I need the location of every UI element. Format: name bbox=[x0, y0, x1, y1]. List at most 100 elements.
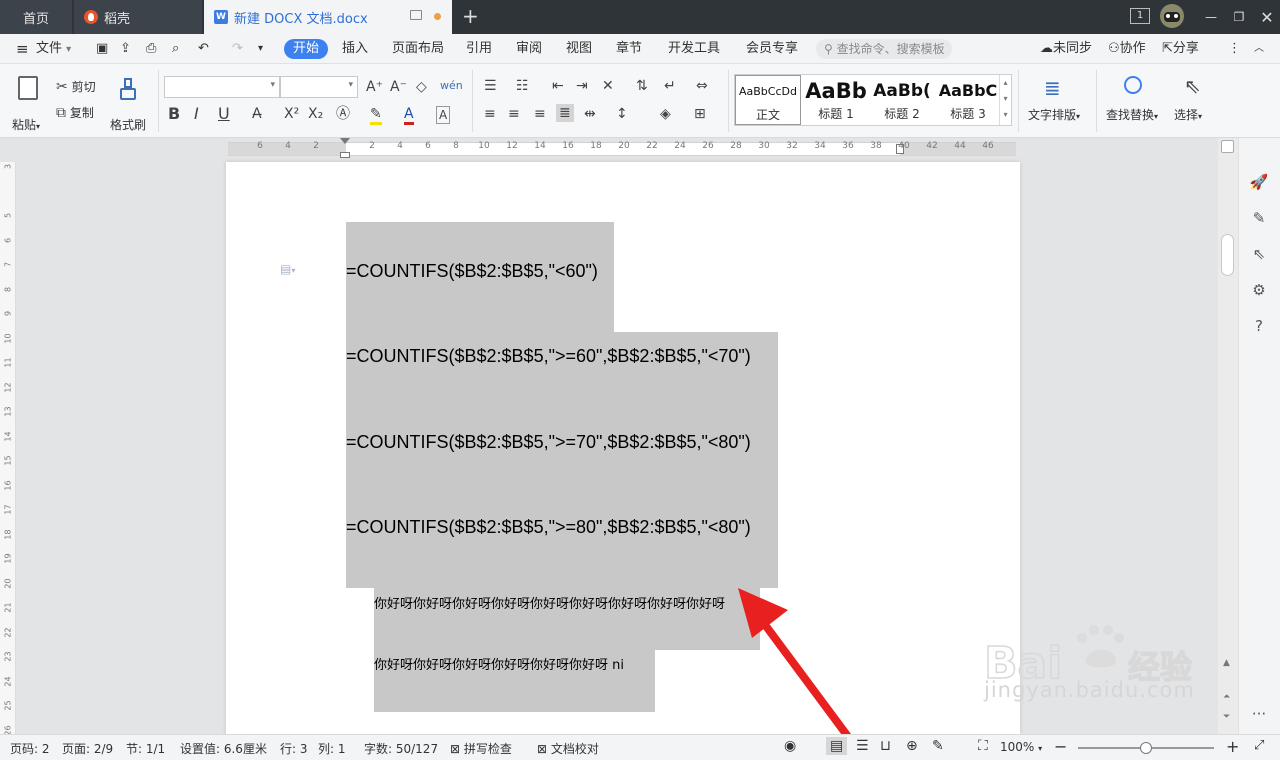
more-options-icon[interactable]: ··· bbox=[1249, 704, 1269, 724]
shading-icon[interactable]: ◈ bbox=[660, 106, 671, 122]
eye-protection-icon[interactable]: ◉ bbox=[784, 738, 796, 754]
rocket-icon[interactable]: 🚀 bbox=[1249, 172, 1269, 192]
clear-format-icon[interactable]: ◇ bbox=[416, 79, 427, 95]
bold-button[interactable]: B bbox=[168, 106, 180, 122]
select-button[interactable]: ⇖ 选择▾ bbox=[1174, 74, 1214, 132]
numbered-list-icon[interactable]: ☷ bbox=[516, 78, 529, 94]
formula-line-4[interactable]: =COUNTIFS($B$2:$B$5,">=80",$B$2:$B$5,"<8… bbox=[346, 517, 751, 538]
collapse-ribbon-icon[interactable]: ︿ bbox=[1254, 40, 1264, 58]
fit-page-icon[interactable]: ⛶ bbox=[978, 738, 988, 754]
formula-line-1[interactable]: =COUNTIFS($B$2:$B$5,"<60") bbox=[346, 261, 598, 282]
italic-button[interactable]: I bbox=[194, 106, 199, 122]
increase-indent-icon[interactable]: ⇥ bbox=[576, 78, 588, 94]
fullscreen-icon[interactable]: ⤢ bbox=[1254, 738, 1264, 753]
style-normal[interactable]: AaBbCcDd 正文 bbox=[735, 75, 801, 125]
chinese-text-line-1[interactable]: 你好呀你好呀你好呀你好呀你好呀你好呀你好呀你好呀你好呀 bbox=[374, 593, 750, 612]
menu-review[interactable]: 审阅 bbox=[516, 40, 542, 58]
zoom-in-button[interactable]: + bbox=[1226, 737, 1239, 756]
line-break-icon[interactable]: ↵ bbox=[664, 78, 676, 94]
help-icon[interactable]: ? bbox=[1249, 316, 1269, 336]
export-icon[interactable]: ⇪ bbox=[120, 40, 131, 58]
font-family-select[interactable] bbox=[164, 76, 280, 98]
tab-home[interactable]: 首页 bbox=[0, 0, 72, 34]
text-direction-icon[interactable]: ✕ bbox=[602, 78, 614, 94]
zoom-select[interactable]: 100% ▾ bbox=[1000, 740, 1042, 754]
grow-font-icon[interactable]: A⁺ bbox=[366, 79, 383, 95]
status-row[interactable]: 行: 3 bbox=[280, 740, 308, 757]
style-heading-3[interactable]: AaBbC 标题 3 bbox=[935, 75, 1001, 125]
spell-check-button[interactable]: ⊠ 拼写检查 bbox=[450, 740, 512, 757]
menu-file[interactable]: 文件 ▾ bbox=[36, 40, 71, 59]
status-word-count[interactable]: 字数: 50/127 bbox=[364, 740, 438, 757]
new-tab-button[interactable]: + bbox=[462, 5, 479, 27]
indent-marker-icon[interactable] bbox=[340, 138, 350, 160]
menu-developer[interactable]: 开发工具 bbox=[668, 40, 720, 58]
vertical-scrollbar[interactable]: ▲ ⏶ ⏷ bbox=[1218, 138, 1238, 734]
align-left-icon[interactable]: ≡ bbox=[484, 106, 496, 122]
collab-button[interactable]: ⚇协作 bbox=[1108, 40, 1146, 58]
more-menu-icon[interactable]: ⋮ bbox=[1228, 40, 1241, 58]
status-column[interactable]: 列: 1 bbox=[318, 740, 346, 757]
align-center-icon[interactable]: ≡ bbox=[508, 106, 520, 122]
format-painter-button[interactable]: 格式刷 bbox=[108, 74, 152, 132]
phonetic-guide-icon[interactable]: wén bbox=[440, 78, 463, 94]
restore-icon[interactable]: ❐ bbox=[1224, 0, 1254, 34]
save-icon[interactable]: ▣ bbox=[96, 40, 108, 58]
prev-page-icon[interactable]: ⏶ bbox=[1223, 692, 1230, 702]
style-gallery-scroll[interactable]: ▴ ▾ ▾ bbox=[999, 75, 1011, 125]
avatar[interactable] bbox=[1160, 4, 1184, 28]
print-preview-icon[interactable]: ⌕ bbox=[172, 40, 179, 58]
writing-mode-icon[interactable]: ✎ bbox=[932, 738, 944, 754]
strikethrough-icon[interactable]: A̶ bbox=[252, 106, 262, 122]
tab-document[interactable]: W 新建 DOCX 文档.docx bbox=[204, 0, 452, 34]
align-right-icon[interactable]: ≡ bbox=[534, 106, 546, 122]
sync-button[interactable]: ☁未同步 bbox=[1040, 40, 1092, 58]
tab-daoke[interactable]: 稻壳 bbox=[74, 0, 202, 34]
distributed-icon[interactable]: ⇹ bbox=[584, 106, 596, 122]
status-setting-value[interactable]: 设置值: 6.6厘米 bbox=[180, 740, 267, 757]
status-section[interactable]: 节: 1/1 bbox=[126, 740, 165, 757]
quick-access-more-icon[interactable]: ▾ bbox=[258, 40, 263, 58]
copy-button[interactable]: ⧉ 复制 bbox=[56, 104, 94, 121]
zoom-slider-knob[interactable] bbox=[1140, 742, 1152, 754]
scroll-up-icon[interactable]: ▲ bbox=[1223, 658, 1230, 668]
hamburger-icon[interactable]: ≡ bbox=[16, 40, 29, 58]
next-page-icon[interactable]: ⏷ bbox=[1223, 712, 1230, 722]
line-spacing-icon[interactable]: ↕ bbox=[616, 106, 628, 122]
highlight-icon[interactable]: ✎ bbox=[370, 106, 382, 125]
justify-icon[interactable]: ≣ bbox=[556, 104, 574, 122]
menu-view[interactable]: 视图 bbox=[566, 40, 592, 58]
web-view-icon[interactable]: ⊕ bbox=[906, 738, 918, 754]
page-view-icon[interactable]: ▤ bbox=[826, 737, 848, 755]
sort-icon[interactable]: ⇅ bbox=[636, 78, 648, 94]
borders-icon[interactable]: ⊞ bbox=[694, 106, 706, 122]
horizontal-ruler[interactable] bbox=[0, 138, 1280, 162]
style-heading-2[interactable]: AaBb( 标题 2 bbox=[869, 75, 935, 125]
formula-line-3[interactable]: =COUNTIFS($B$2:$B$5,">=70",$B$2:$B$5,"<8… bbox=[346, 432, 751, 453]
subscript-icon[interactable]: X₂ bbox=[308, 106, 323, 122]
menu-insert[interactable]: 插入 bbox=[342, 40, 368, 58]
zoom-out-button[interactable]: − bbox=[1054, 737, 1067, 756]
paste-button[interactable]: 粘贴▾ bbox=[12, 74, 46, 132]
bullet-list-icon[interactable]: ☰ bbox=[484, 78, 497, 94]
find-replace-button[interactable]: 查找替换▾ bbox=[1106, 74, 1168, 132]
reading-view-icon[interactable]: ⊔ bbox=[880, 738, 891, 754]
pen-icon[interactable]: ✎ bbox=[1249, 208, 1269, 228]
paragraph-handle-icon[interactable]: ▤▾ bbox=[280, 262, 295, 276]
command-search-input[interactable]: ⚲ 查找命令、搜索模板 bbox=[816, 39, 952, 59]
doc-proof-button[interactable]: ⊠ 文档校对 bbox=[537, 740, 599, 757]
char-border-icon[interactable]: A bbox=[436, 106, 451, 124]
minimize-icon[interactable]: — bbox=[1196, 0, 1226, 34]
menu-member[interactable]: 会员专享 bbox=[746, 40, 798, 58]
font-color-icon[interactable]: A bbox=[404, 106, 414, 125]
menu-chapter[interactable]: 章节 bbox=[616, 40, 642, 58]
share-button[interactable]: ⇱分享 bbox=[1162, 40, 1199, 58]
menu-page-layout[interactable]: 页面布局 bbox=[392, 40, 444, 58]
shrink-font-icon[interactable]: A⁻ bbox=[390, 79, 407, 95]
settings-sliders-icon[interactable]: ⚙ bbox=[1249, 280, 1269, 300]
cursor-icon[interactable]: ⇖ bbox=[1249, 244, 1269, 264]
text-effect-icon[interactable]: Ⓐ bbox=[336, 106, 350, 122]
menu-references[interactable]: 引用 bbox=[466, 40, 492, 58]
formula-line-2[interactable]: =COUNTIFS($B$2:$B$5,">=60",$B$2:$B$5,"<7… bbox=[346, 346, 751, 367]
style-heading-1[interactable]: AaBb 标题 1 bbox=[803, 75, 869, 125]
